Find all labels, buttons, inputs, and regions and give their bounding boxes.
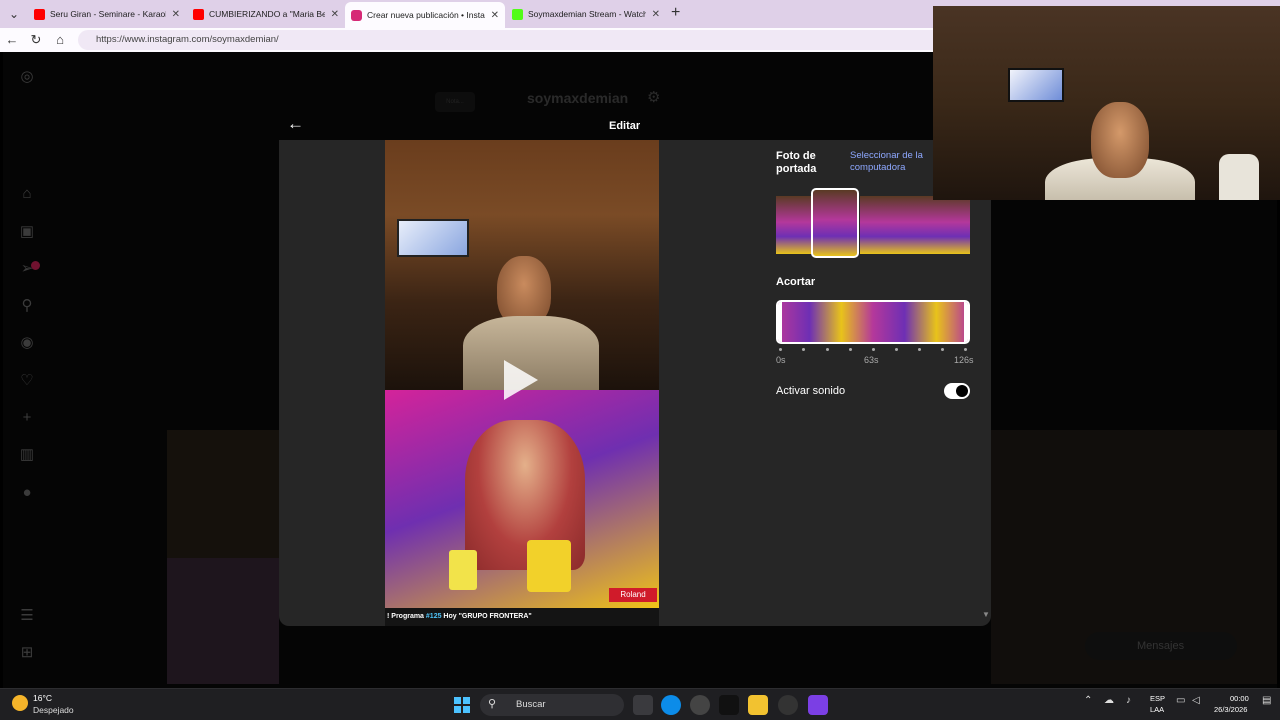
tick-dot — [941, 348, 944, 351]
cover-thumbnail[interactable] — [898, 196, 934, 254]
youtube-favicon-icon — [34, 8, 45, 20]
tab-search-chevron-icon[interactable]: ⌄ — [4, 4, 24, 24]
back-arrow-icon[interactable]: ← — [287, 114, 304, 134]
tab-title: CUMBIERIZANDO a "Maria Becerra" — [209, 9, 325, 19]
tab-title: Crear nueva publicación • Instagram — [367, 10, 485, 20]
kick-favicon-icon — [512, 8, 523, 20]
search-icon: ⚲ — [488, 698, 497, 710]
tab-close-icon[interactable]: ✕ — [652, 9, 660, 20]
microphone-icon[interactable]: ♪ — [1126, 695, 1131, 706]
selected-cover-thumbnail[interactable] — [811, 188, 859, 258]
cloud-icon[interactable]: ☁ — [1104, 695, 1114, 706]
video-editor-icon[interactable] — [808, 695, 828, 715]
video-tv — [397, 219, 469, 257]
trim-tick-middle: 63s — [864, 355, 879, 365]
webcam-tv — [1008, 68, 1064, 102]
tab-instagram[interactable]: Crear nueva publicación • Instagram ✕ — [345, 2, 505, 28]
video-preview[interactable]: Roland ! Programa #125 Hoy "GRUPO FRONTE… — [385, 140, 659, 626]
media-player-icon[interactable] — [778, 695, 798, 715]
trim-tick-start: 0s — [776, 355, 786, 365]
cover-thumbnail[interactable] — [860, 196, 898, 254]
taskbar-search[interactable]: Buscar — [480, 694, 624, 716]
network-icon[interactable]: ▭ — [1176, 695, 1185, 706]
trim-label: Acortar — [776, 276, 816, 288]
edge-icon[interactable] — [661, 695, 681, 715]
tab-close-icon[interactable]: ✕ — [172, 9, 180, 20]
weather-moon-icon[interactable] — [12, 695, 28, 711]
tick-dot — [918, 348, 921, 351]
cover-thumbnail[interactable] — [776, 196, 812, 254]
search-placeholder: Buscar — [516, 699, 546, 710]
tab-cumbierizando[interactable]: CUMBIERIZANDO a "Maria Becerra" ✕ — [187, 3, 345, 25]
tick-dot — [802, 348, 805, 351]
new-tab-icon[interactable]: + — [671, 4, 680, 22]
toggle-knob — [956, 385, 968, 397]
home-icon[interactable]: ⌂ — [51, 31, 69, 49]
app-icon[interactable] — [690, 695, 710, 715]
instagram-favicon-icon — [351, 9, 362, 21]
modal-title: Editar — [609, 120, 641, 132]
edit-modal: Roland ! Programa #125 Hoy "GRUPO FRONTE… — [279, 140, 991, 626]
video-top-frame — [385, 140, 659, 390]
cover-thumbnail-strip[interactable] — [776, 188, 970, 258]
trim-tick-dots — [776, 348, 970, 352]
video-mug — [527, 540, 571, 592]
tick-dot — [872, 348, 875, 351]
sound-label: Activar sonido — [776, 385, 846, 397]
language-code[interactable]: ESP — [1150, 694, 1165, 703]
trim-start-handle[interactable] — [778, 302, 782, 342]
tab-kick-stream[interactable]: Soymaxdemian Stream - Watch Li... ✕ — [506, 3, 666, 25]
file-explorer-icon[interactable] — [748, 695, 768, 715]
tick-dot — [826, 348, 829, 351]
scroll-down-icon[interactable]: ▼ — [982, 610, 990, 619]
back-icon[interactable]: ← — [3, 31, 21, 49]
tiktok-icon[interactable] — [719, 695, 739, 715]
cover-thumbnail[interactable] — [934, 196, 970, 254]
task-view-icon[interactable] — [633, 695, 653, 715]
windows-taskbar: 16°C Despejado Buscar ⚲ ⌃ ☁ ♪ ESP LAA ▭ … — [0, 688, 1280, 720]
tick-dot — [849, 348, 852, 351]
video-ticker: ! Programa #125 Hoy "GRUPO FRONTERA" — [385, 608, 659, 626]
clock-time[interactable]: 00:00 — [1230, 694, 1249, 703]
ticker-prefix: ! Programa — [387, 613, 426, 620]
weather-description: Despejado — [33, 705, 74, 715]
select-from-computer-link[interactable]: Seleccionar de la computadora — [850, 150, 940, 174]
weather-temperature: 16°C — [33, 693, 52, 703]
trim-timeline[interactable] — [776, 300, 970, 344]
play-icon[interactable] — [504, 360, 538, 400]
ticker-number: #125 — [425, 613, 442, 620]
tab-close-icon[interactable]: ✕ — [491, 10, 499, 21]
video-cup — [449, 550, 477, 590]
webcam-chair — [1219, 154, 1259, 200]
clock-date[interactable]: 26/3/2026 — [1214, 705, 1247, 714]
sound-toggle[interactable] — [944, 383, 970, 399]
language-layout[interactable]: LAA — [1150, 705, 1164, 714]
tray-chevron-icon[interactable]: ⌃ — [1084, 695, 1092, 706]
tick-dot — [895, 348, 898, 351]
volume-icon[interactable]: ◁ — [1192, 695, 1200, 706]
trim-tick-end: 126s — [954, 355, 974, 365]
youtube-favicon-icon — [193, 8, 204, 20]
cover-photo-label: Foto de portada — [776, 150, 817, 175]
video-brand-label: Roland — [609, 588, 657, 602]
url-text: https://www.instagram.com/soymaxdemian/ — [96, 34, 279, 45]
trim-end-handle[interactable] — [964, 302, 968, 342]
webcam-overlay — [933, 6, 1280, 200]
tab-close-icon[interactable]: ✕ — [331, 9, 339, 20]
tick-dot — [779, 348, 782, 351]
notifications-icon[interactable]: ▤ — [1262, 695, 1271, 706]
tab-seru-giran[interactable]: Seru Giran - Seminare - Karaoke ✕ — [28, 3, 186, 25]
edit-settings-panel: Foto de portada Seleccionar de la comput… — [766, 140, 991, 626]
tab-title: Seru Giran - Seminare - Karaoke — [50, 9, 166, 19]
modal-header: ← Editar — [279, 112, 991, 140]
reload-icon[interactable]: ↻ — [27, 31, 45, 49]
webcam-person — [1091, 102, 1149, 178]
ticker-suffix: Hoy "GRUPO FRONTERA" — [441, 613, 532, 620]
windows-start-icon[interactable] — [454, 697, 470, 713]
tab-title: Soymaxdemian Stream - Watch Li... — [528, 9, 646, 19]
tick-dot — [964, 348, 967, 351]
